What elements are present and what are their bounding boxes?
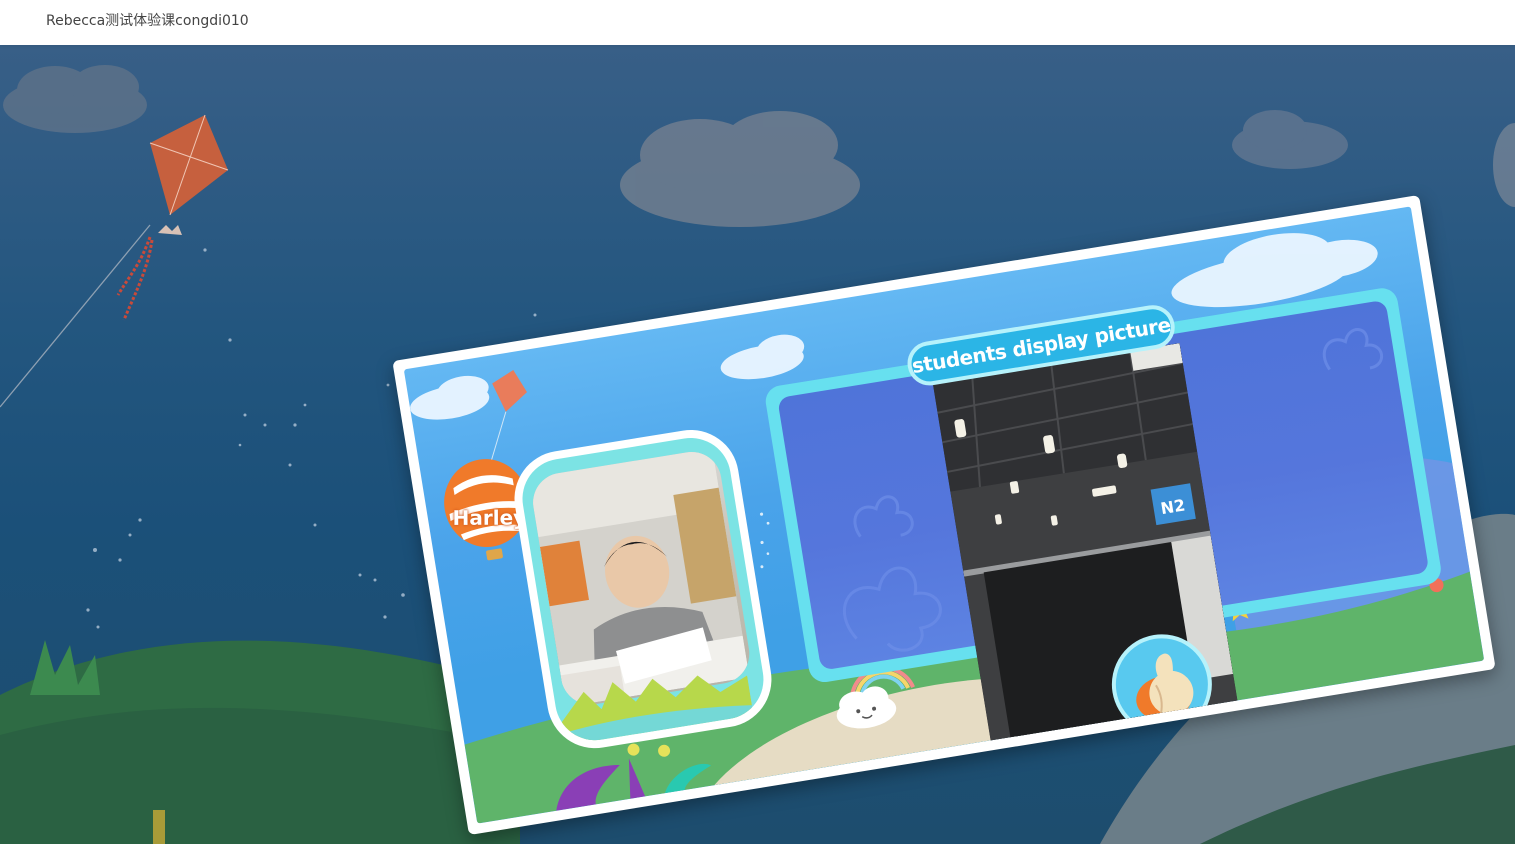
student-photo-frame	[507, 422, 779, 756]
cloud-shape	[620, 111, 860, 227]
classroom-stage: Harley N2 students display picture	[0, 45, 1515, 844]
top-bar: Rebecca测试体验课congdi010	[0, 0, 1515, 45]
sign-text: N2	[1159, 495, 1186, 518]
cloud-shape	[3, 65, 147, 133]
kite-icon	[116, 114, 229, 321]
cloud-shape	[1232, 110, 1348, 169]
window-title: Rebecca测试体验课congdi010	[46, 13, 249, 29]
